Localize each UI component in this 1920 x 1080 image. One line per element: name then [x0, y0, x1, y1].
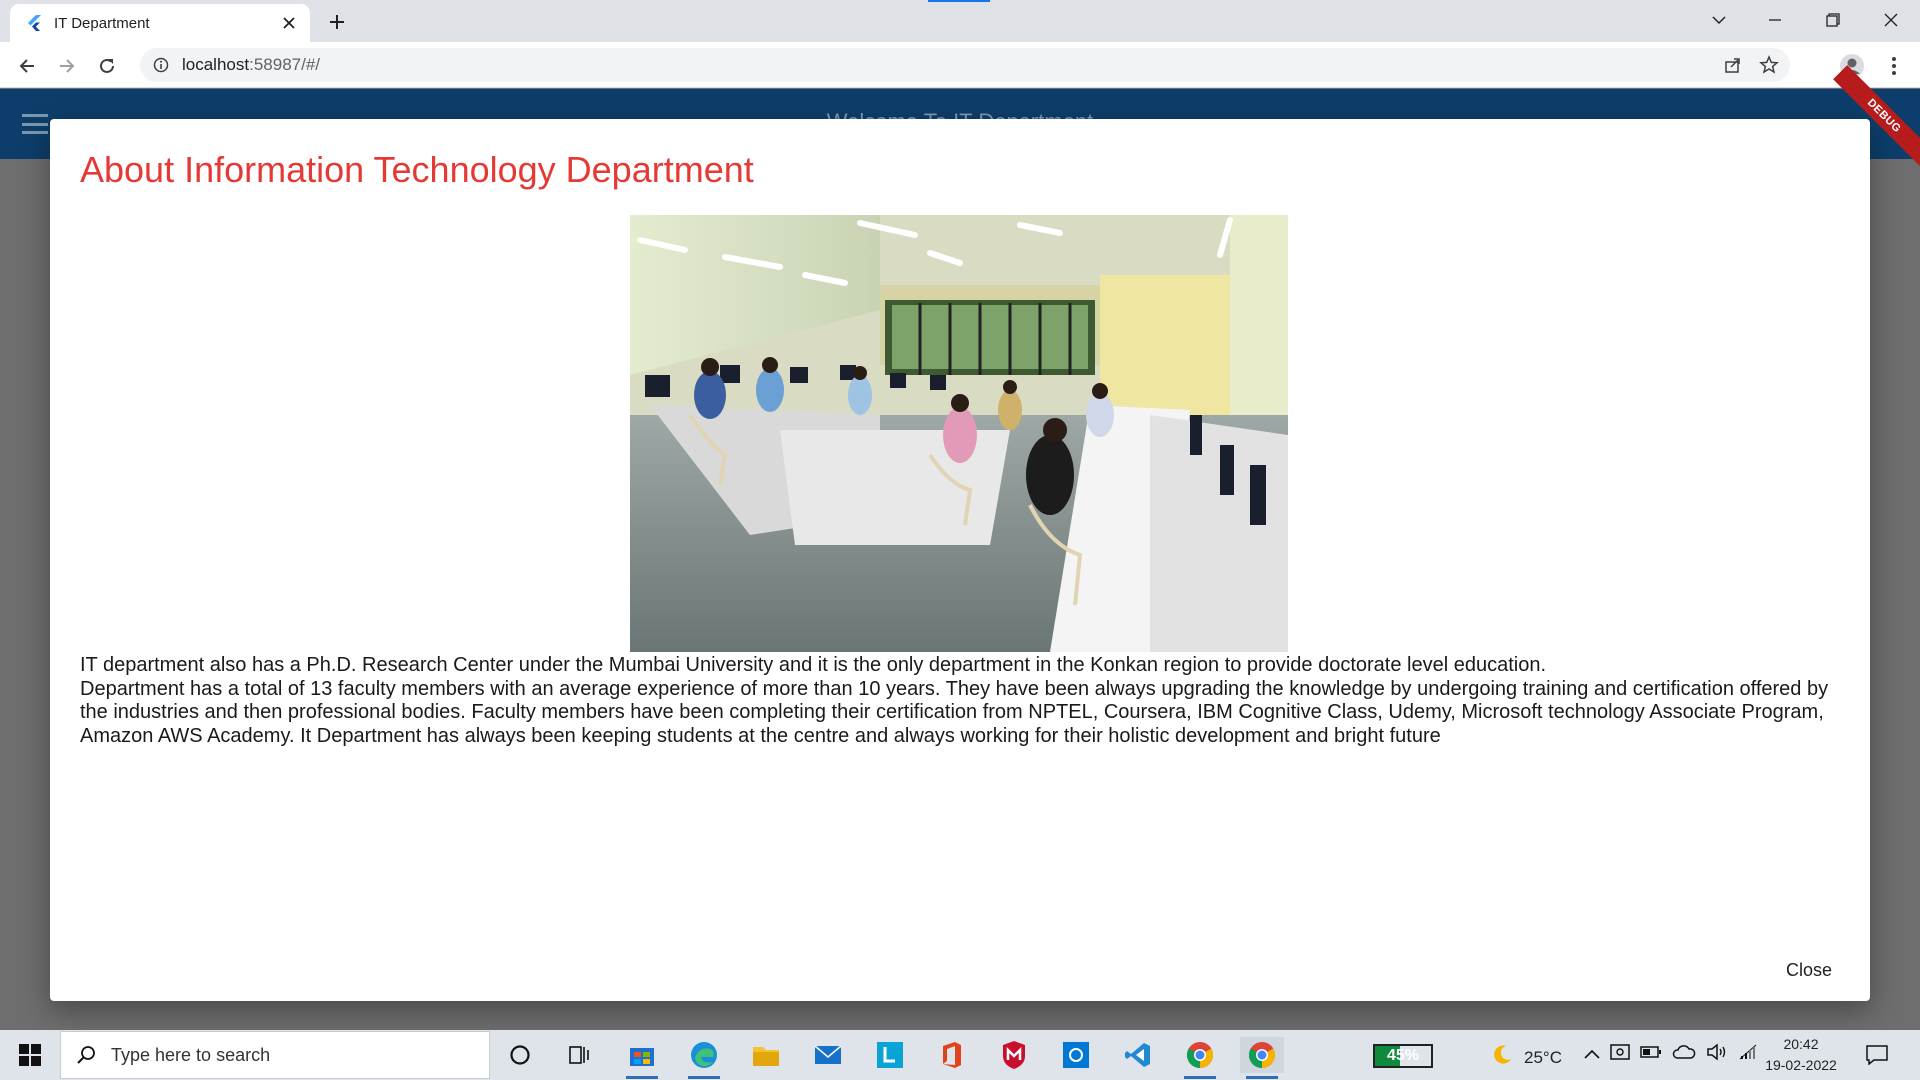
arrow-left-icon[interactable] — [11, 50, 43, 82]
url-path: :58987/#/ — [249, 55, 321, 74]
tab-indicator — [928, 0, 990, 2]
dialog-title: About Information Technology Department — [80, 149, 754, 190]
chrome-active-icon[interactable] — [1240, 1037, 1284, 1079]
clock-time: 20:42 — [1783, 1036, 1819, 1052]
taskbar-search-input[interactable]: Type here to search — [60, 1031, 490, 1079]
windows-start-icon[interactable] — [10, 1040, 50, 1070]
battery-indicator[interactable]: 45% — [1373, 1044, 1433, 1068]
star-icon[interactable] — [1754, 50, 1784, 80]
share-icon[interactable] — [1718, 50, 1748, 80]
weather-widget[interactable]: 25°C — [1490, 1043, 1562, 1072]
reload-icon[interactable] — [91, 50, 123, 82]
vscode-icon[interactable] — [1116, 1037, 1160, 1073]
office-icon[interactable] — [930, 1037, 974, 1073]
minimize-icon[interactable] — [1752, 4, 1798, 36]
volume-icon[interactable] — [1706, 1043, 1728, 1066]
dialog-paragraph-2: Department has a total of 13 faculty mem… — [80, 677, 1829, 747]
dialog-paragraph-1: IT department also has a Ph.D. Research … — [80, 654, 1547, 676]
system-tray — [1584, 1043, 1758, 1066]
info-icon[interactable] — [152, 56, 170, 74]
system-clock[interactable]: 20:42 19-02-2022 — [1764, 1034, 1838, 1076]
tab-strip: IT Department — [0, 0, 1920, 42]
address-bar[interactable]: localhost:58987/#/ — [140, 48, 1790, 82]
task-view-icon[interactable] — [558, 1037, 602, 1073]
mail-icon[interactable] — [806, 1037, 850, 1073]
chrome-icon[interactable] — [1178, 1037, 1222, 1079]
tab-title: IT Department — [54, 14, 150, 32]
app-icon[interactable] — [1054, 1037, 1098, 1073]
search-icon — [75, 1043, 99, 1067]
url-text[interactable]: localhost:58987/#/ — [182, 55, 1718, 75]
browser-tab[interactable]: IT Department — [10, 4, 310, 42]
chevron-down-icon[interactable] — [1696, 4, 1742, 36]
dialog-body: IT department also has a Ph.D. Research … — [80, 654, 1840, 748]
search-placeholder: Type here to search — [111, 1044, 271, 1065]
url-host: localhost — [182, 55, 250, 74]
computer-lab-photo — [630, 215, 1288, 652]
close-button[interactable]: Close — [1786, 954, 1832, 987]
clock-date: 19-02-2022 — [1765, 1057, 1837, 1073]
notification-icon[interactable] — [1864, 1042, 1890, 1068]
battery-icon[interactable] — [1640, 1045, 1662, 1064]
cortana-icon[interactable] — [498, 1037, 542, 1073]
flutter-icon — [26, 15, 42, 31]
about-dialog: About Information Technology Department — [50, 119, 1870, 1001]
arrow-right-icon[interactable] — [51, 50, 83, 82]
mcafee-icon[interactable] — [992, 1037, 1036, 1073]
taskbar: Type here to search 45% 25°C 20:42 19-02… — [0, 1030, 1920, 1080]
restore-icon[interactable] — [1810, 4, 1856, 36]
chevron-up-icon[interactable] — [1584, 1046, 1600, 1064]
store-icon[interactable] — [620, 1037, 664, 1079]
wifi-icon[interactable] — [1738, 1043, 1758, 1066]
browser-toolbar: localhost:58987/#/ — [0, 42, 1920, 88]
lens-icon[interactable] — [868, 1037, 912, 1073]
temperature: 25°C — [1524, 1047, 1562, 1067]
battery-percent: 45% — [1386, 1047, 1420, 1064]
edge-icon[interactable] — [682, 1037, 726, 1079]
file-explorer-icon[interactable] — [744, 1037, 788, 1073]
moon-icon — [1490, 1043, 1514, 1072]
meet-now-icon[interactable] — [1610, 1043, 1630, 1066]
kebab-menu-icon[interactable] — [1878, 50, 1910, 82]
plus-icon[interactable] — [322, 7, 352, 37]
onedrive-icon[interactable] — [1672, 1044, 1696, 1065]
close-icon[interactable] — [278, 12, 300, 34]
window-close-icon[interactable] — [1868, 4, 1914, 36]
